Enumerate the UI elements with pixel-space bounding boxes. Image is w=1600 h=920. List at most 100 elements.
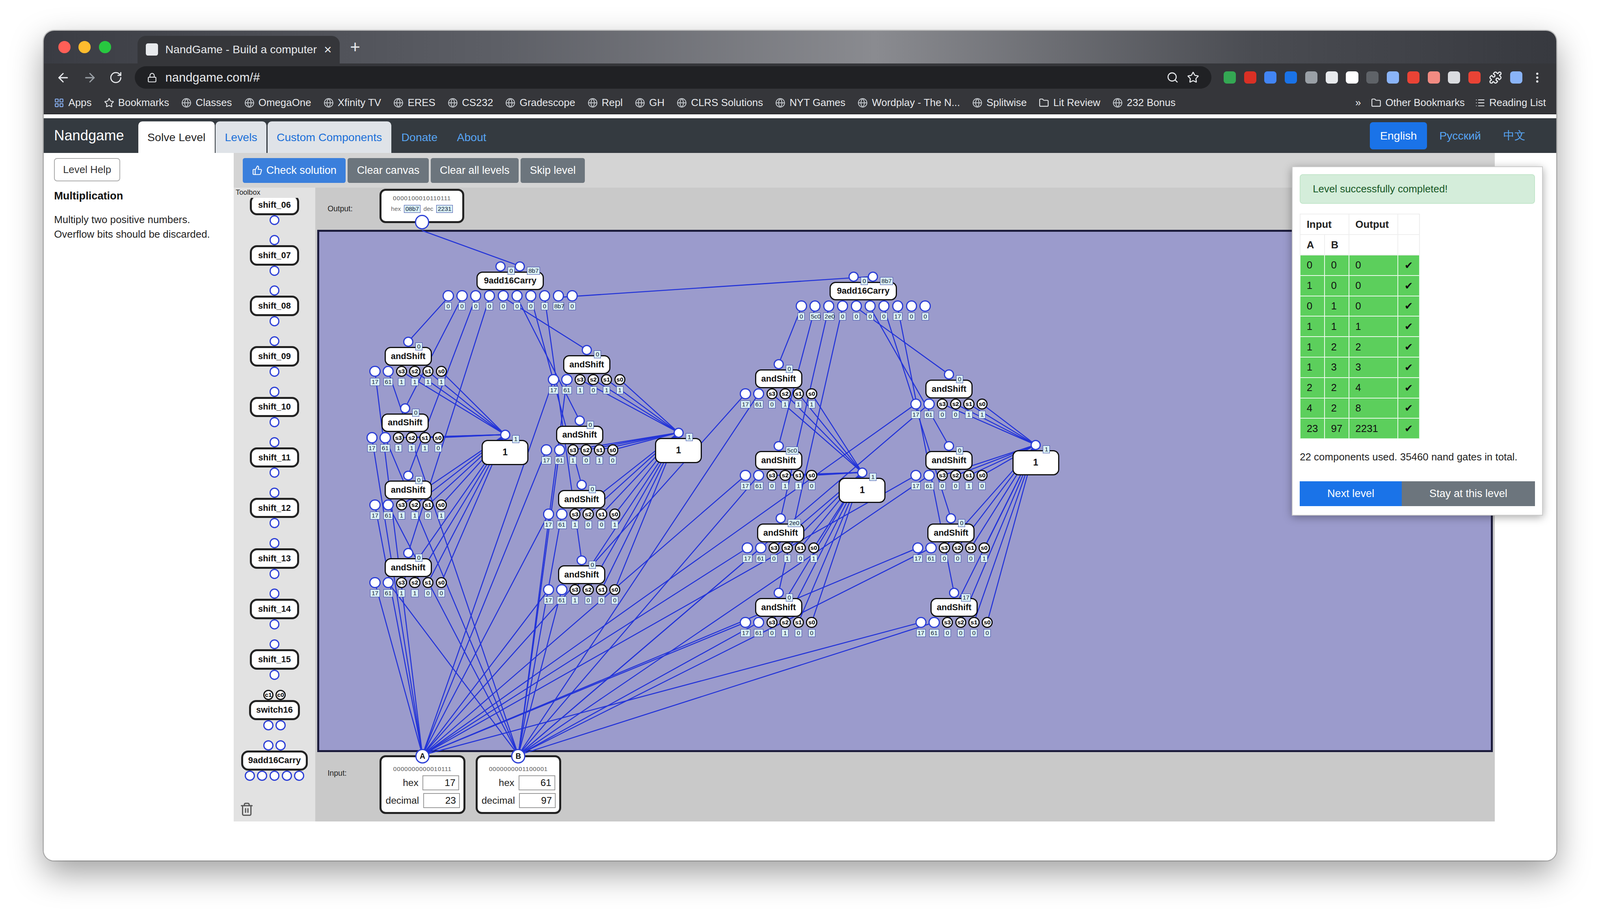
toolbox-item[interactable]: shift_07 — [233, 230, 316, 281]
output-pin[interactable]: 0 — [576, 555, 587, 566]
pin[interactable]: s2 — [779, 388, 791, 400]
pin[interactable]: s2 — [409, 365, 421, 377]
output-pin[interactable]: 0 — [773, 587, 784, 598]
output-pin[interactable]: 1 — [1030, 439, 1041, 451]
pin[interactable] — [739, 469, 751, 481]
browser-tab[interactable]: NandGame - Build a computer× — [137, 35, 340, 64]
bookmark[interactable]: ERES — [393, 96, 436, 109]
and-shift-node[interactable]: 0andShifts3s2s1s017610001 — [905, 513, 998, 563]
toolbox-item[interactable]: shift_15 — [233, 634, 316, 685]
output-pin[interactable]: 0 — [403, 336, 414, 347]
pin[interactable] — [1030, 439, 1041, 451]
pin[interactable] — [945, 513, 957, 524]
component-box[interactable]: shift_13 — [249, 548, 299, 569]
pin[interactable] — [739, 388, 751, 400]
extension-icon[interactable] — [1366, 71, 1379, 84]
pin[interactable] — [543, 508, 555, 520]
language-button[interactable]: 中文 — [1493, 120, 1536, 151]
pin[interactable]: s3 — [396, 499, 408, 511]
pin[interactable] — [910, 398, 922, 410]
pin[interactable] — [382, 499, 394, 511]
output-pin[interactable]: 0 — [581, 344, 592, 356]
toolbox-item[interactable]: shift_14 — [233, 583, 316, 635]
component-box[interactable]: shift_07 — [249, 245, 299, 266]
and-shift-node[interactable]: 0andShifts3s2s1s017610011 — [902, 369, 995, 419]
pin[interactable]: s0 — [435, 365, 447, 377]
trash-icon[interactable] — [239, 801, 254, 817]
pin[interactable] — [739, 616, 751, 628]
and-shift-node[interactable]: 0andShifts3s2s1s017610100 — [732, 587, 825, 637]
input-pin[interactable]: A — [415, 748, 430, 763]
new-tab-button[interactable]: + — [349, 37, 361, 57]
pin[interactable] — [442, 290, 454, 302]
pin[interactable] — [581, 344, 592, 356]
pin[interactable]: s1 — [792, 388, 804, 400]
output-pin[interactable]: 5c0 — [773, 440, 784, 452]
pin[interactable]: s3 — [766, 388, 778, 400]
node-box[interactable]: 1 — [838, 477, 886, 503]
component-box[interactable]: shift_09 — [249, 346, 299, 367]
and-shift-node[interactable]: 0andShifts3s2s1s017610010 — [902, 440, 995, 491]
pin[interactable] — [566, 290, 578, 302]
pin[interactable]: s3 — [396, 365, 408, 377]
input-pin[interactable]: B — [511, 748, 526, 763]
and-shift-node[interactable]: 0andShifts3s2s1s017611010 — [533, 415, 626, 465]
more-bookmarks[interactable]: » — [1355, 96, 1361, 109]
and-shift-node[interactable]: 0andShifts3s2s1s017611110 — [359, 403, 451, 453]
and-shift-node[interactable]: 0andShifts3s2s1s017611111 — [362, 336, 454, 386]
pin[interactable] — [673, 427, 684, 438]
pin[interactable]: s3 — [936, 398, 948, 410]
pin[interactable] — [837, 300, 849, 312]
pin[interactable] — [857, 467, 868, 478]
toolbox-item[interactable]: shift_10 — [233, 381, 316, 432]
pin[interactable]: s3 — [938, 542, 950, 554]
pin[interactable]: s1 — [794, 542, 806, 554]
pin[interactable]: s1 — [593, 444, 605, 456]
pin[interactable] — [906, 300, 918, 312]
toolbar-button[interactable]: Clear all levels — [430, 158, 519, 183]
pin[interactable]: s0 — [976, 469, 988, 481]
nav-tab[interactable]: Custom Components — [267, 121, 392, 153]
extension-icon[interactable] — [1264, 71, 1277, 84]
pin[interactable] — [511, 290, 523, 302]
adder-node[interactable]: 08b79add16Carry05c02e000001700 — [786, 271, 940, 321]
reload-icon[interactable] — [109, 70, 123, 85]
forward-icon[interactable] — [82, 70, 97, 85]
pin[interactable] — [864, 300, 876, 312]
node-box[interactable]: andShift — [384, 558, 432, 577]
pin[interactable] — [773, 359, 784, 370]
node-box[interactable]: andShift — [755, 369, 803, 389]
pin[interactable] — [741, 542, 753, 554]
output-pin[interactable]: 0 — [403, 547, 414, 559]
output-pin[interactable]: 0 — [943, 440, 955, 452]
bookmark[interactable]: Splitwise — [972, 96, 1027, 109]
pin[interactable] — [850, 300, 862, 312]
bookmark[interactable]: Xfinity TV — [323, 96, 382, 109]
pin[interactable] — [525, 290, 537, 302]
pin[interactable]: s2 — [955, 616, 967, 628]
pin[interactable]: s1 — [792, 469, 804, 481]
component-box[interactable]: shift_08 — [249, 295, 299, 317]
pin[interactable] — [561, 373, 573, 386]
component-box[interactable]: shift_10 — [249, 396, 299, 418]
output-pin[interactable]: 17 — [948, 587, 960, 598]
pin[interactable]: s3 — [574, 373, 586, 386]
pin[interactable] — [554, 444, 566, 456]
pin[interactable]: s0 — [805, 469, 817, 481]
pin[interactable] — [753, 388, 765, 400]
bookmark[interactable]: CLRS Solutions — [676, 96, 763, 109]
toolbox-item[interactable]: shift_11 — [233, 431, 316, 483]
pin[interactable] — [915, 616, 927, 628]
bookmark[interactable]: OmegaOne — [244, 96, 312, 109]
toolbar-button[interactable]: Skip level — [520, 158, 585, 183]
extension-icon[interactable] — [1305, 71, 1318, 84]
and-shift-node[interactable]: 0andShifts3s2s1s017611001 — [535, 479, 628, 529]
bookmark[interactable]: Repl — [587, 96, 623, 109]
pin[interactable]: s3 — [569, 508, 581, 520]
pin[interactable] — [403, 470, 414, 481]
node-box[interactable]: 1 — [654, 437, 702, 464]
output-pin[interactable]: 0 — [848, 271, 859, 282]
extension-icon[interactable] — [1427, 71, 1440, 84]
bookmark[interactable]: Classes — [181, 96, 232, 109]
nav-tab[interactable]: Donate — [392, 121, 447, 153]
